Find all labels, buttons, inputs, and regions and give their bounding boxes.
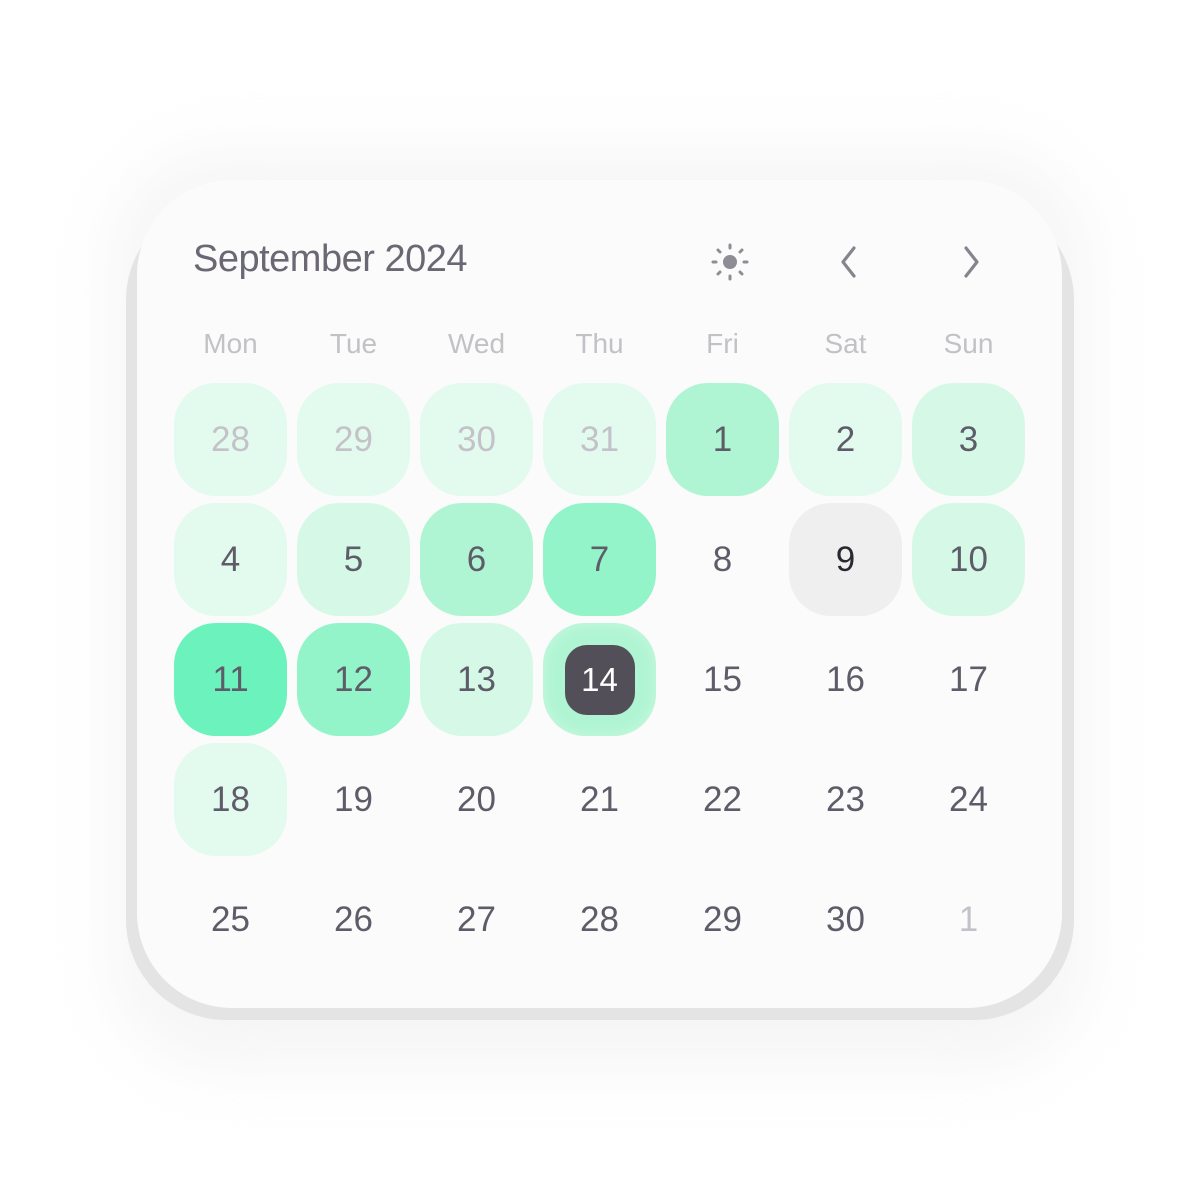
day-number: 1 [958, 899, 979, 939]
day-cell[interactable]: 2 [789, 383, 902, 496]
day-number: 2 [835, 419, 856, 459]
day-number: 28 [580, 899, 619, 939]
day-number: 16 [826, 659, 865, 699]
day-number: 27 [457, 899, 496, 939]
day-cell-today[interactable]: 14 [543, 623, 656, 736]
day-cell[interactable]: 9 [789, 503, 902, 616]
day-number: 17 [949, 659, 988, 699]
day-number: 15 [703, 659, 742, 699]
day-cell[interactable]: 22 [666, 743, 779, 856]
calendar-card: September 2024 Mon Tue Wed Thu Fri Sat S… [137, 180, 1062, 1008]
day-number: 14 [564, 644, 635, 715]
day-cell[interactable]: 17 [912, 623, 1025, 736]
day-cell[interactable]: 16 [789, 623, 902, 736]
day-cell[interactable]: 28 [543, 863, 656, 976]
day-cell[interactable]: 12 [297, 623, 410, 736]
day-number: 26 [334, 899, 373, 939]
day-cell[interactable]: 15 [666, 623, 779, 736]
day-number: 8 [712, 539, 733, 579]
day-cell[interactable]: 30 [789, 863, 902, 976]
day-cell[interactable]: 23 [789, 743, 902, 856]
day-number: 6 [466, 539, 487, 579]
day-number: 21 [580, 779, 619, 819]
day-cell[interactable]: 18 [174, 743, 287, 856]
day-number: 19 [334, 779, 373, 819]
day-number: 29 [334, 419, 373, 459]
day-cell[interactable]: 21 [543, 743, 656, 856]
day-number: 20 [457, 779, 496, 819]
day-number: 23 [826, 779, 865, 819]
day-cell[interactable]: 7 [543, 503, 656, 616]
day-cell[interactable]: 10 [912, 503, 1025, 616]
day-number: 18 [211, 779, 250, 819]
day-cell[interactable]: 8 [666, 503, 779, 616]
day-cell-outside-month[interactable]: 29 [297, 383, 410, 496]
day-number: 25 [211, 899, 250, 939]
day-number: 31 [580, 419, 619, 459]
day-cell[interactable]: 3 [912, 383, 1025, 496]
day-grid: 28 29 30 31 1 2 3 4 5 6 7 8 9 10 11 12 13 14 15 16 17 18 19 20 2… [137, 180, 1062, 1008]
day-number: 12 [334, 659, 373, 699]
day-cell[interactable]: 5 [297, 503, 410, 616]
day-number: 24 [949, 779, 988, 819]
day-number: 1 [712, 419, 733, 459]
day-number: 5 [343, 539, 364, 579]
day-cell[interactable]: 4 [174, 503, 287, 616]
day-cell[interactable]: 20 [420, 743, 533, 856]
day-cell-outside-month[interactable]: 30 [420, 383, 533, 496]
day-number: 30 [826, 899, 865, 939]
day-cell[interactable]: 29 [666, 863, 779, 976]
day-number: 9 [835, 539, 856, 579]
day-number: 10 [949, 539, 988, 579]
day-number: 28 [211, 419, 250, 459]
day-number: 22 [703, 779, 742, 819]
day-number: 3 [958, 419, 979, 459]
day-number: 11 [212, 659, 249, 699]
day-cell[interactable]: 19 [297, 743, 410, 856]
day-cell[interactable]: 25 [174, 863, 287, 976]
day-cell-outside-month[interactable]: 28 [174, 383, 287, 496]
day-number: 7 [589, 539, 610, 579]
day-cell[interactable]: 13 [420, 623, 533, 736]
day-number: 13 [457, 659, 496, 699]
day-cell-outside-month[interactable]: 1 [912, 863, 1025, 976]
day-cell[interactable]: 24 [912, 743, 1025, 856]
day-cell-outside-month[interactable]: 31 [543, 383, 656, 496]
day-cell[interactable]: 26 [297, 863, 410, 976]
day-cell[interactable]: 11 [174, 623, 287, 736]
day-number: 29 [703, 899, 742, 939]
day-cell[interactable]: 6 [420, 503, 533, 616]
day-cell[interactable]: 1 [666, 383, 779, 496]
day-number: 4 [220, 539, 241, 579]
day-number: 30 [457, 419, 496, 459]
day-cell[interactable]: 27 [420, 863, 533, 976]
